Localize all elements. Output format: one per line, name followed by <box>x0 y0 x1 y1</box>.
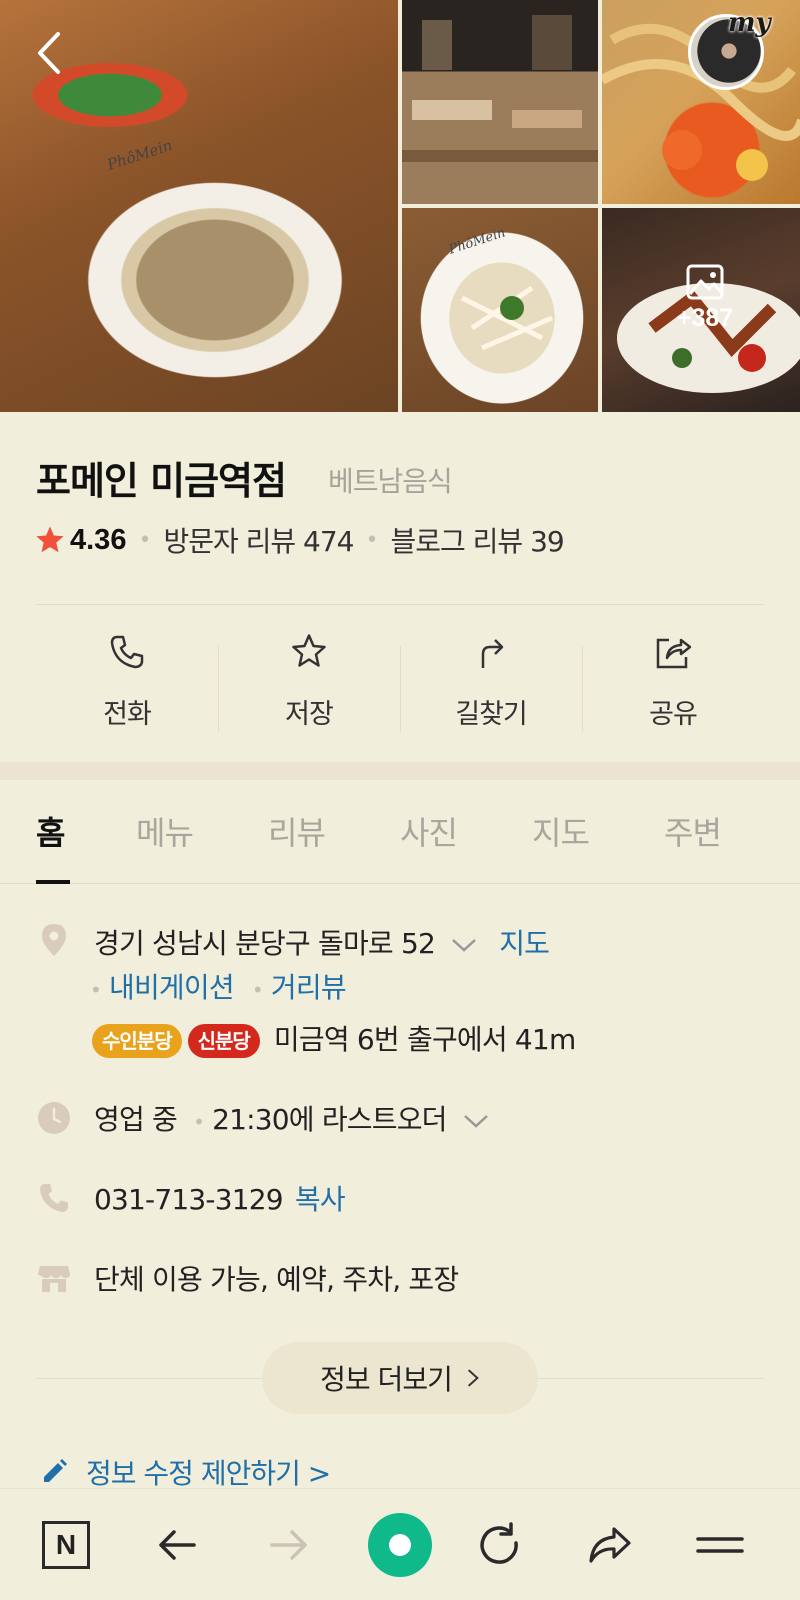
bowl-logo-text: PhôMein <box>104 136 175 174</box>
my-label: my <box>728 8 771 38</box>
photo-gallery: PhôMein PhôMein my +387 <box>0 0 800 412</box>
place-category: 베트남음식 <box>328 465 453 498</box>
separator-dot: • <box>193 1110 205 1134</box>
chevron-down-icon[interactable] <box>451 936 477 954</box>
place-header: 포메인 미금역점 베트남음식 4.36 • 방문자 리뷰 474 • 블로그 리… <box>0 412 800 762</box>
section-separator <box>0 762 800 780</box>
share-page-button[interactable] <box>580 1515 640 1575</box>
tab-map[interactable]: 지도 <box>532 808 590 854</box>
back-button[interactable] <box>30 28 70 78</box>
share-label: 공유 <box>649 699 698 730</box>
separator-dot: • <box>138 527 152 553</box>
line-badge-sin-bundang: 신분당 <box>187 1024 260 1058</box>
separator-dot: • <box>365 527 379 553</box>
star-rating-icon <box>36 526 64 553</box>
phone-number[interactable]: 031-713-3129 <box>94 1183 284 1216</box>
more-photos-count: +387 <box>676 304 734 332</box>
location-pin-icon <box>42 924 66 956</box>
menu-button[interactable] <box>690 1515 750 1575</box>
photo-chicken-pho[interactable]: PhôMein <box>402 208 598 412</box>
photo-interior[interactable] <box>402 0 598 204</box>
active-tab-indicator <box>36 880 70 884</box>
save-label: 저장 <box>285 699 334 730</box>
chevron-left-icon <box>38 32 60 74</box>
more-info-label: 정보 더보기 <box>320 1363 453 1396</box>
naver-logo-icon: N <box>42 1521 90 1569</box>
more-photos-overlay[interactable]: +387 <box>660 262 750 333</box>
edit-suggestion-label: 정보 수정 제안하기 > <box>86 1457 331 1490</box>
blog-reviews-link[interactable]: 블로그 리뷰 39 <box>390 520 564 560</box>
share-button[interactable]: 공유 <box>582 612 764 744</box>
interior-illustration <box>402 15 598 162</box>
hours-status: 영업 중 <box>94 1103 178 1136</box>
naver-home-button[interactable]: N <box>36 1515 96 1575</box>
separator-dot: • <box>251 978 264 1002</box>
phone-icon <box>40 1184 68 1212</box>
call-label: 전화 <box>103 699 152 730</box>
more-info-button[interactable]: 정보 더보기 <box>262 1342 538 1414</box>
map-link[interactable]: 지도 <box>499 927 550 960</box>
station-row: 수인분당 신분당 미금역 6번 출구에서 41m <box>92 1018 576 1058</box>
tab-photos[interactable]: 사진 <box>400 808 458 854</box>
directions-button[interactable]: 길찾기 <box>400 612 582 744</box>
back-nav-button[interactable] <box>148 1515 208 1575</box>
gallery-divider <box>402 204 800 208</box>
pencil-icon <box>44 1459 67 1482</box>
phone-icon <box>110 635 144 669</box>
browser-bottom-bar: N <box>0 1488 800 1600</box>
address-text: 경기 성남시 분당구 돌마로 52 <box>94 927 436 960</box>
share-arrow-icon <box>589 1527 631 1563</box>
star-outline-icon <box>292 634 326 667</box>
hamburger-menu-icon <box>696 1537 744 1553</box>
hours-detail: 21:30에 라스트오더 <box>212 1103 447 1136</box>
rating-value: 4.36 <box>70 523 127 556</box>
hours-row[interactable]: 영업 중 • 21:30에 라스트오더 <box>94 1098 489 1138</box>
chevron-down-icon <box>463 1115 488 1128</box>
station-info: 미금역 6번 출구에서 41m <box>273 1023 576 1056</box>
chevron-right-icon <box>467 1369 479 1387</box>
copy-phone-link[interactable]: 복사 <box>295 1183 346 1216</box>
store-icon <box>38 1266 70 1292</box>
address-links-row: • 내비게이션 • 거리뷰 <box>90 966 347 1006</box>
forward-nav-button[interactable] <box>258 1515 318 1575</box>
clock-icon <box>38 1102 70 1134</box>
place-name: 포메인 미금역점 <box>36 459 287 503</box>
call-button[interactable]: 전화 <box>36 612 218 744</box>
line-badge-suin-bundang: 수인분당 <box>92 1024 182 1058</box>
action-buttons: 전화 저장 길찾기 공유 <box>36 612 764 744</box>
tab-menu[interactable]: 메뉴 <box>136 808 194 854</box>
divider <box>36 604 764 605</box>
refresh-icon <box>480 1522 518 1564</box>
share-icon <box>656 638 692 669</box>
streetview-link[interactable]: 거리뷰 <box>271 971 347 1004</box>
directions-label: 길찾기 <box>455 699 528 730</box>
visitor-reviews-link[interactable]: 방문자 리뷰 474 <box>163 520 354 560</box>
tab-bar: 홈 메뉴 리뷰 사진 지도 주변 <box>0 780 800 884</box>
arrow-left-icon <box>159 1530 196 1560</box>
separator-dot: • <box>90 978 102 1002</box>
navigation-link[interactable]: 내비게이션 <box>109 971 235 1004</box>
address-row: 경기 성남시 분당구 돌마로 52 지도 <box>94 922 550 962</box>
directions-arrow-icon <box>481 639 504 668</box>
green-dot-button[interactable] <box>368 1513 432 1577</box>
amenities-text: 단체 이용 가능, 예약, 주차, 포장 <box>94 1263 459 1296</box>
phone-row: 031-713-3129 복사 <box>94 1178 346 1218</box>
tab-home[interactable]: 홈 <box>36 808 65 854</box>
edit-suggestion-link[interactable]: 정보 수정 제안하기 > <box>40 1452 331 1492</box>
tab-reviews[interactable]: 리뷰 <box>268 808 326 854</box>
image-icon <box>686 264 724 300</box>
save-button[interactable]: 저장 <box>218 612 400 744</box>
arrow-right-icon <box>270 1530 307 1560</box>
refresh-button[interactable] <box>470 1515 530 1575</box>
rating-row: 4.36 • 방문자 리뷰 474 • 블로그 리뷰 39 <box>34 520 565 560</box>
tab-nearby[interactable]: 주변 <box>664 808 722 854</box>
